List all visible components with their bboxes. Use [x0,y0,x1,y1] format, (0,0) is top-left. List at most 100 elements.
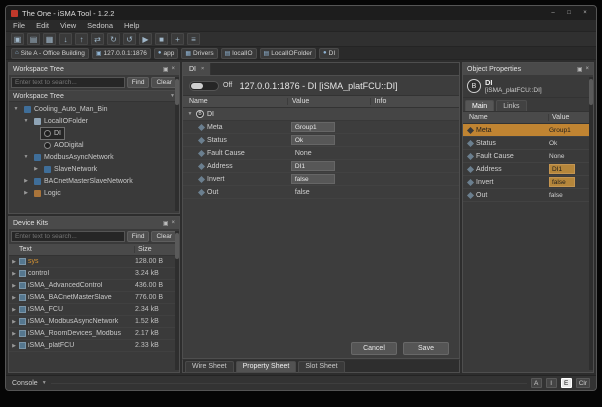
kit-row-fcu[interactable]: ▶iSMA_FCU2.34 kB [9,304,179,316]
tree-item-aodigital[interactable]: AODigital [9,139,179,151]
breadcrumb-app[interactable]: ●app [154,48,178,59]
breadcrumb-drivers[interactable]: ▦Drivers [181,48,217,59]
tree-item-di[interactable]: DI [9,127,179,139]
search-input[interactable] [11,231,125,242]
column-name[interactable]: Name [183,98,288,105]
scrollbar[interactable] [589,77,593,370]
breadcrumb-localio[interactable]: ▤localIO [221,48,257,59]
dock-icon[interactable]: ▣ [163,66,169,73]
save-button[interactable]: Save [403,342,449,355]
tree-item-cooling-auto-man-bin[interactable]: ▼Cooling_Auto_Man_Bin [9,103,179,115]
tab-property-sheet[interactable]: Property Sheet [236,361,297,373]
expander-icon[interactable]: ▼ [187,111,193,117]
group-row-di[interactable]: ▼ B DI [183,108,459,121]
tree-item-modbusasyncnetwork[interactable]: ▼ModbusAsyncNetwork [9,151,179,163]
expander-icon[interactable]: ▶ [23,178,29,184]
clear-button[interactable]: Clear [151,77,177,88]
column-size[interactable]: Size [135,246,179,253]
search-input[interactable] [11,77,125,88]
object-row-faultcause[interactable]: Fault Cause None [463,150,593,163]
kit-row-platfcu[interactable]: ▶iSMA_platFCU2.33 kB [9,340,179,352]
cancel-button[interactable]: Cancel [351,342,397,355]
object-row-status[interactable]: Status Ok [463,137,593,150]
expander-icon[interactable]: ▶ [11,307,17,313]
close-icon[interactable]: × [171,220,175,226]
breadcrumb-di[interactable]: ●DI [319,48,339,59]
save-icon[interactable]: ▦ [43,33,56,45]
expander-icon[interactable]: ▶ [11,343,17,349]
minimize-button[interactable]: – [547,8,559,18]
close-button[interactable]: × [579,8,591,18]
breadcrumb-device[interactable]: ▣127.0.0.1:1876 [92,48,151,59]
expander-icon[interactable]: ▶ [33,166,39,172]
property-value-field[interactable]: DI1 [291,161,335,171]
dock-icon[interactable]: ▣ [163,220,169,227]
kit-row-modbusasyncnetwork[interactable]: ▶iSMA_ModbusAsyncNetwork1.52 kB [9,316,179,328]
upload-icon[interactable]: ↑ [75,33,88,45]
expander-icon[interactable]: ▶ [11,295,17,301]
refresh-icon[interactable]: ↻ [107,33,120,45]
open-folder-icon[interactable]: ▤ [27,33,40,45]
property-row-status[interactable]: Status Ok [183,134,459,147]
expander-icon[interactable]: ▼ [23,154,29,160]
menu-view[interactable]: View [60,21,76,30]
download-icon[interactable]: ↓ [59,33,72,45]
status-toggle[interactable] [189,81,219,91]
property-value-field[interactable]: false [549,177,575,187]
workspace-tree-section-header[interactable]: Workspace Tree ▼ [9,90,179,102]
undo-icon[interactable]: ↺ [123,33,136,45]
property-value-field[interactable]: DI1 [549,164,575,174]
kit-row-bacnetmasterslave[interactable]: ▶iSMA_BACnetMasterSlave776.00 B [9,292,179,304]
tree-item-logic[interactable]: ▶Logic [9,187,179,199]
close-icon[interactable]: × [201,66,204,72]
property-value-field[interactable]: Group1 [291,122,335,132]
find-button[interactable]: Find [127,77,150,88]
clear-button[interactable]: Clear [151,231,177,242]
menu-edit[interactable]: Edit [36,21,49,30]
menu-sedona[interactable]: Sedona [87,21,113,30]
console-filter-all-button[interactable]: A [531,378,542,388]
column-value[interactable]: Value [288,98,371,105]
console-filter-error-button[interactable]: E [561,378,572,388]
object-row-out[interactable]: Out false [463,189,593,202]
find-button[interactable]: Find [127,231,150,242]
tab-main[interactable]: Main [465,100,494,111]
close-icon[interactable]: × [585,66,589,72]
menu-help[interactable]: Help [124,21,139,30]
scrollbar-thumb[interactable] [175,233,179,259]
column-value[interactable]: Value [549,114,593,121]
expander-icon[interactable]: ▶ [11,259,17,265]
menu-icon[interactable]: ≡ [187,33,200,45]
tab-di[interactable]: DI × [183,63,211,75]
property-row-invert[interactable]: Invert false [183,173,459,186]
expander-icon[interactable]: ▼ [13,106,19,112]
property-row-faultcause[interactable]: Fault Cause None [183,147,459,160]
maximize-button[interactable]: □ [563,8,575,18]
menu-file[interactable]: File [13,21,25,30]
column-info[interactable]: Info [371,98,459,105]
scrollbar-thumb[interactable] [175,79,179,105]
console-clear-button[interactable]: Clr [576,378,590,388]
console-bar[interactable]: Console ▼ A I E Clr [6,375,596,390]
kit-row-control[interactable]: ▶control3.24 kB [9,268,179,280]
property-row-address[interactable]: Address DI1 [183,160,459,173]
kit-row-sys[interactable]: ▶sys128.00 B [9,256,179,268]
scrollbar[interactable] [175,77,179,211]
tab-wire-sheet[interactable]: Wire Sheet [185,361,234,373]
object-row-meta[interactable]: Meta Group1 [463,124,593,137]
object-row-address[interactable]: Address DI1 [463,163,593,176]
breadcrumb-site[interactable]: ⌂Site A - Office Building [11,48,89,59]
expander-icon[interactable]: ▶ [11,283,17,289]
tab-links[interactable]: Links [496,100,526,111]
workspace-icon[interactable]: ▣ [11,33,24,45]
expander-icon[interactable]: ▶ [11,271,17,277]
kit-row-roomdevices[interactable]: ▶iSMA_RoomDevices_Modbus2.17 kB [9,328,179,340]
console-filter-info-button[interactable]: I [546,378,557,388]
kit-row-advancedcontrol[interactable]: ▶iSMA_AdvancedControl436.00 B [9,280,179,292]
close-icon[interactable]: × [171,66,175,72]
dock-icon[interactable]: ▣ [577,66,583,73]
scrollbar-thumb[interactable] [589,79,593,105]
expander-icon[interactable]: ▶ [11,319,17,325]
breadcrumb-localiofolder[interactable]: ▤LocalIOFolder [260,48,317,59]
expander-icon[interactable]: ▶ [11,331,17,337]
